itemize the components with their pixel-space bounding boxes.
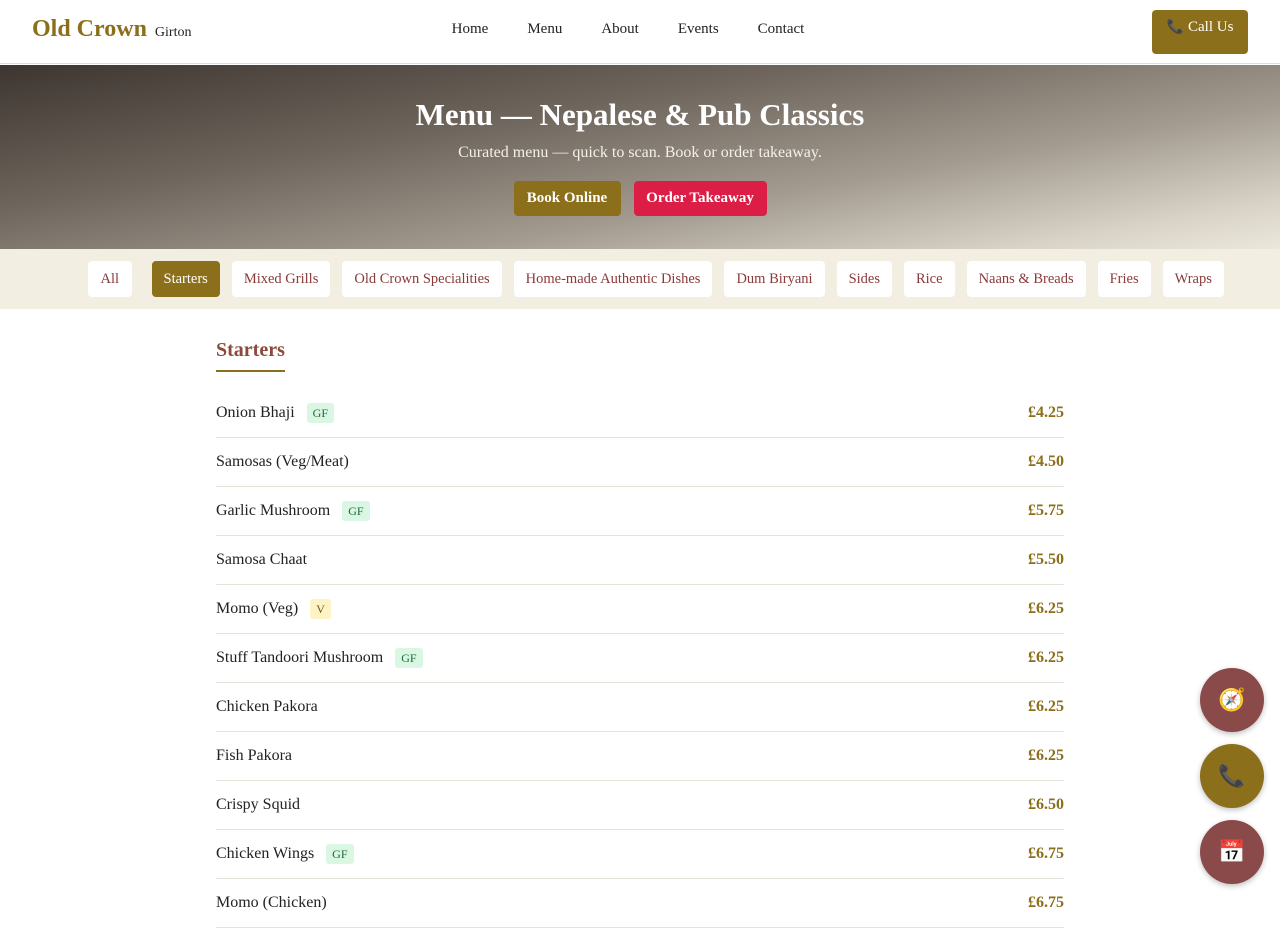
item-name: Crispy Squid xyxy=(216,796,301,813)
category-wraps[interactable]: Wraps xyxy=(1162,261,1224,297)
item-name: Garlic Mushroom xyxy=(216,502,331,519)
hero-banner: Menu — Nepalese & Pub Classics Curated m… xyxy=(0,65,1280,249)
book-floating-button[interactable]: 📅 xyxy=(1200,820,1264,884)
nav-menu[interactable]: Menu xyxy=(508,21,582,38)
brand[interactable]: Old Crown Girton xyxy=(32,16,191,43)
brand-name[interactable]: Old Crown xyxy=(32,16,147,43)
menu-section: Starters Onion Bhaji GF £4.25 Samosas (Ve… xyxy=(216,339,1064,928)
call-us-button[interactable]: 📞 Call Us xyxy=(1152,10,1248,54)
menu-item: Fish Pakora £6.25 xyxy=(216,732,1064,781)
menu-item: Samosa Chaat £5.50 xyxy=(216,536,1064,585)
item-price: £6.25 xyxy=(1028,698,1064,715)
vegetarian-badge: V xyxy=(310,599,331,619)
item-name: Chicken Wings xyxy=(216,845,315,862)
menu-item: Momo (Veg) V £6.25 xyxy=(216,585,1064,634)
category-all[interactable]: All xyxy=(88,261,132,297)
category-home-made-authentic-dishes[interactable]: Home-made Authentic Dishes xyxy=(513,261,713,297)
page-title: Menu — Nepalese & Pub Classics xyxy=(415,97,865,132)
item-name: Momo (Chicken) xyxy=(216,894,327,911)
gluten-free-badge: GF xyxy=(306,403,335,423)
category-rice[interactable]: Rice xyxy=(903,261,955,297)
order-takeaway-button[interactable]: Order Takeaway xyxy=(633,181,767,216)
gluten-free-badge: GF xyxy=(395,648,423,668)
category-fries[interactable]: Fries xyxy=(1097,261,1151,297)
category-mixed-grills[interactable]: Mixed Grills xyxy=(231,261,331,297)
book-online-button[interactable]: Book Online xyxy=(513,181,621,216)
item-price: £6.75 xyxy=(1028,845,1064,862)
directions-button[interactable]: 🧭 xyxy=(1200,668,1264,732)
item-price: £6.50 xyxy=(1028,796,1064,813)
item-price: £6.25 xyxy=(1028,600,1064,617)
category-naans-breads[interactable]: Naans & Breads xyxy=(966,261,1086,297)
category-starters[interactable]: Starters xyxy=(151,261,220,297)
menu-item: Garlic Mushroom GF £5.75 xyxy=(216,487,1064,536)
item-name: Samosas (Veg/Meat) xyxy=(216,453,349,470)
menu-item: Samosas (Veg/Meat) £4.50 xyxy=(216,438,1064,487)
call-us-label: Call Us xyxy=(1188,19,1234,35)
site-header: Old Crown Girton Home Menu About Events … xyxy=(0,0,1280,64)
calendar-icon: 📅 xyxy=(1218,839,1246,865)
item-name: Momo (Veg) xyxy=(216,600,299,617)
menu-item: Stuff Tandoori Mushroom GF £6.25 xyxy=(216,634,1064,683)
compass-icon: 🧭 xyxy=(1218,687,1246,713)
item-price: £4.25 xyxy=(1028,404,1064,421)
item-price: £5.75 xyxy=(1028,502,1064,519)
category-bar: All Starters Mixed Grills Old Crown Spec… xyxy=(0,249,1280,309)
category-dum-biryani[interactable]: Dum Biryani xyxy=(724,261,825,297)
item-price: £6.25 xyxy=(1028,649,1064,666)
menu-item: Momo (Chicken) £6.75 xyxy=(216,879,1064,928)
gluten-free-badge: GF xyxy=(326,844,354,864)
item-price: £6.25 xyxy=(1028,747,1064,764)
nav-contact[interactable]: Contact xyxy=(738,21,824,38)
menu-item: Crispy Squid £6.50 xyxy=(216,781,1064,830)
section-title: Starters xyxy=(216,339,285,372)
item-name: Stuff Tandoori Mushroom xyxy=(216,649,384,666)
hero-subtitle: Curated menu — quick to scan. Book or or… xyxy=(458,144,822,161)
item-price: £4.50 xyxy=(1028,453,1064,470)
call-floating-button[interactable]: 📞 xyxy=(1200,744,1264,808)
gluten-free-badge: GF xyxy=(342,501,370,521)
item-name: Chicken Pakora xyxy=(216,698,318,715)
menu-item: Onion Bhaji GF £4.25 xyxy=(216,389,1064,438)
nav-home[interactable]: Home xyxy=(432,21,508,38)
nav-about[interactable]: About xyxy=(582,21,659,38)
brand-location: Girton xyxy=(154,25,192,40)
nav-events[interactable]: Events xyxy=(658,21,738,38)
category-old-crown-specialities[interactable]: Old Crown Specialities xyxy=(342,261,502,297)
phone-icon: 📞 xyxy=(1166,20,1184,35)
category-sides[interactable]: Sides xyxy=(836,261,892,297)
menu-list: Onion Bhaji GF £4.25 Samosas (Veg/Meat) £… xyxy=(216,389,1064,928)
menu-item: Chicken Wings GF £6.75 xyxy=(216,830,1064,879)
phone-icon: 📞 xyxy=(1218,763,1246,789)
item-price: £6.75 xyxy=(1028,894,1064,911)
hero-actions: Book Online Order Takeaway xyxy=(0,181,1280,216)
item-name: Fish Pakora xyxy=(216,747,292,764)
item-name: Onion Bhaji xyxy=(216,404,295,421)
menu-item: Chicken Pakora £6.25 xyxy=(216,683,1064,732)
main-nav: Home Menu About Events Contact xyxy=(0,18,1280,38)
item-price: £5.50 xyxy=(1028,551,1064,568)
item-name: Samosa Chaat xyxy=(216,551,308,568)
